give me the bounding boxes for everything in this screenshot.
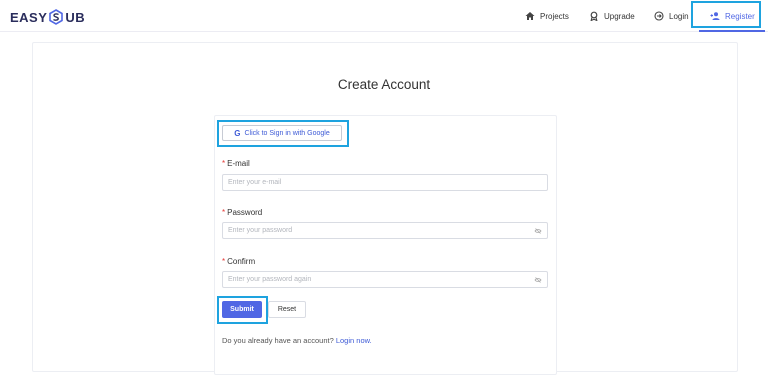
logo-text-right: UB: [65, 9, 86, 25]
eye-off-icon[interactable]: [534, 276, 542, 284]
logo-text-left: EASY: [10, 9, 48, 25]
required-asterisk: *: [222, 257, 226, 266]
submit-highlight-box: [217, 296, 268, 324]
email-label: * E-mail: [222, 159, 250, 168]
email-placeholder: Enter your e-mail: [228, 179, 282, 186]
active-tab-underline: [699, 30, 765, 32]
page-title: Create Account: [337, 77, 431, 92]
login-now-link[interactable]: Login now.: [336, 336, 372, 345]
login-icon: [654, 11, 664, 21]
confirm-label-text: Confirm: [227, 257, 256, 266]
badge-icon: [590, 11, 598, 21]
confirm-password-field[interactable]: Enter your password again: [222, 271, 548, 288]
nav-upgrade[interactable]: Upgrade: [589, 0, 635, 32]
required-asterisk: *: [222, 208, 226, 217]
logo[interactable]: EASY UB: [10, 8, 85, 26]
google-highlight-box: [217, 120, 349, 147]
nav-projects[interactable]: Projects: [525, 0, 569, 32]
nav-projects-label: Projects: [540, 11, 569, 21]
email-label-text: E-mail: [227, 159, 250, 168]
email-field[interactable]: Enter your e-mail: [222, 174, 548, 191]
logo-mark-icon: [49, 9, 64, 25]
register-highlight-box: [691, 1, 761, 28]
have-account-text: Do you already have an account?: [222, 336, 334, 345]
password-label: * Password: [222, 208, 262, 217]
home-icon: [525, 12, 535, 20]
nav-upgrade-label: Upgrade: [604, 11, 635, 21]
have-account-line: Do you already have an account? Login no…: [222, 336, 372, 345]
nav-login[interactable]: Login: [654, 0, 689, 32]
confirm-placeholder: Enter your password again: [228, 276, 312, 283]
reset-button[interactable]: Reset: [268, 301, 306, 318]
nav-login-label: Login: [669, 11, 689, 21]
password-field[interactable]: Enter your password: [222, 222, 548, 239]
password-placeholder: Enter your password: [228, 227, 293, 234]
confirm-label: * Confirm: [222, 257, 255, 266]
top-navbar: EASY UB Projects Upgrade Login Register: [0, 0, 768, 32]
password-label-text: Password: [227, 208, 263, 217]
required-asterisk: *: [222, 159, 226, 168]
eye-off-icon[interactable]: [534, 227, 542, 235]
